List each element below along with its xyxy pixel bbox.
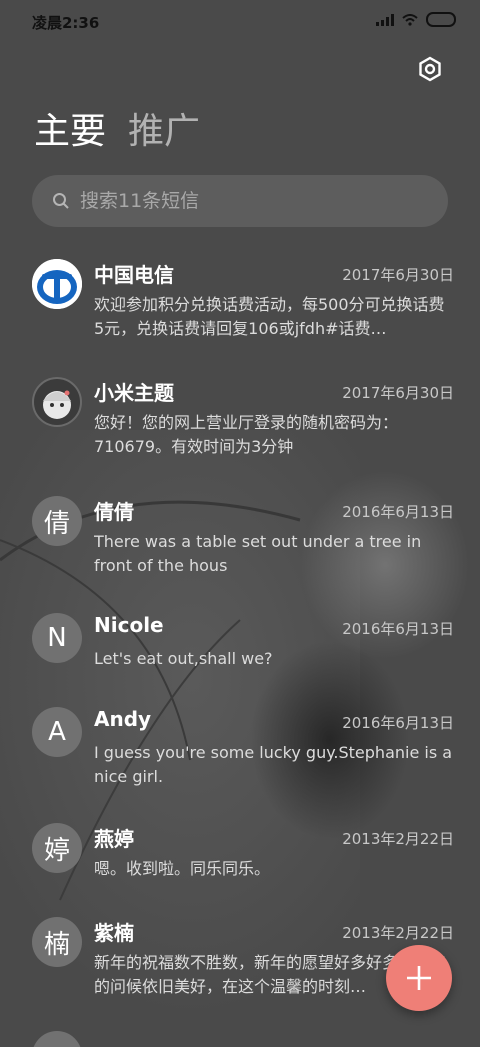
conversation-row-nicole[interactable]: N Nicole 2016年6月13日 Let's eat out,shall … — [0, 609, 480, 689]
plus-icon — [407, 966, 431, 990]
settings-button[interactable] — [416, 55, 444, 83]
search-icon — [53, 193, 69, 209]
contact-name: Nicole — [94, 613, 164, 637]
contact-name: 倩倩 — [94, 500, 134, 524]
message-preview: 嗯。收到啦。同乐同乐。 — [94, 859, 271, 878]
search-input[interactable] — [78, 189, 422, 213]
message-date: 2013年2月22日 — [342, 924, 454, 942]
contact-name: 燕婷 — [94, 827, 134, 851]
compose-button[interactable] — [386, 945, 452, 1011]
conversation-row-china-telecom[interactable]: 中国电信 2017年6月30日 欢迎参加积分兑换话费活动，每500分可兑换话费5… — [0, 255, 480, 355]
contact-name: 中国电信 — [94, 263, 174, 287]
conversation-row-qianqian[interactable]: 倩 倩倩 2016年6月13日 There was a table set ou… — [0, 492, 480, 592]
message-date: 2016年6月13日 — [342, 620, 454, 638]
avatar — [32, 259, 82, 309]
status-time: 凌晨2:36 — [32, 14, 100, 32]
message-date: 2013年2月22日 — [342, 830, 454, 848]
avatar: 楠 — [32, 917, 82, 967]
china-telecom-logo-icon — [32, 259, 82, 309]
message-date: 2016年6月13日 — [342, 503, 454, 521]
avatar: N — [32, 613, 82, 663]
message-preview: There was a table set out under a tree i… — [94, 532, 422, 575]
avatar — [32, 1031, 82, 1047]
avatar — [32, 377, 82, 427]
message-date: 2017年6月30日 — [342, 384, 454, 402]
message-preview: Let's eat out,shall we? — [94, 649, 273, 668]
contact-name: 紫楠 — [94, 921, 134, 945]
avatar: 婷 — [32, 823, 82, 873]
message-preview: 您好！您的网上营业厅登录的随机密码为：710679。有效时间为3分钟 — [94, 413, 399, 456]
signal-icon — [376, 13, 394, 26]
tab-main[interactable]: 主要 — [34, 108, 106, 156]
status-bar: 凌晨2:36 — [0, 0, 480, 40]
search-bar[interactable] — [32, 175, 448, 227]
conversation-row-yanting[interactable]: 婷 燕婷 2013年2月22日 嗯。收到啦。同乐同乐。 — [0, 819, 480, 899]
contact-name: Andy — [94, 707, 152, 731]
message-preview: I guess you're some lucky guy.Stephanie … — [94, 743, 453, 786]
message-date: 2016年6月13日 — [342, 714, 454, 732]
status-icons — [376, 12, 456, 27]
conversation-row-xiaomi-theme[interactable]: 小米主题 2017年6月30日 您好！您的网上营业厅登录的随机密码为：71067… — [0, 373, 480, 473]
anime-avatar-icon — [43, 390, 71, 419]
gear-icon — [419, 56, 441, 82]
battery-icon — [426, 12, 456, 27]
wifi-icon — [402, 13, 418, 26]
avatar: 倩 — [32, 496, 82, 546]
category-tabs: 主要 推广 — [34, 108, 200, 156]
tab-promotions[interactable]: 推广 — [128, 108, 200, 156]
message-date: 2017年6月30日 — [342, 266, 454, 284]
contact-name: 小米主题 — [94, 381, 174, 405]
conversation-row-andy[interactable]: A Andy 2016年6月13日 I guess you're some lu… — [0, 703, 480, 803]
conversation-row-partial[interactable] — [0, 1027, 480, 1047]
avatar: A — [32, 707, 82, 757]
message-preview: 欢迎参加积分兑换话费活动，每500分可兑换话费5元，兑换话费请回复106或jfd… — [94, 295, 445, 338]
